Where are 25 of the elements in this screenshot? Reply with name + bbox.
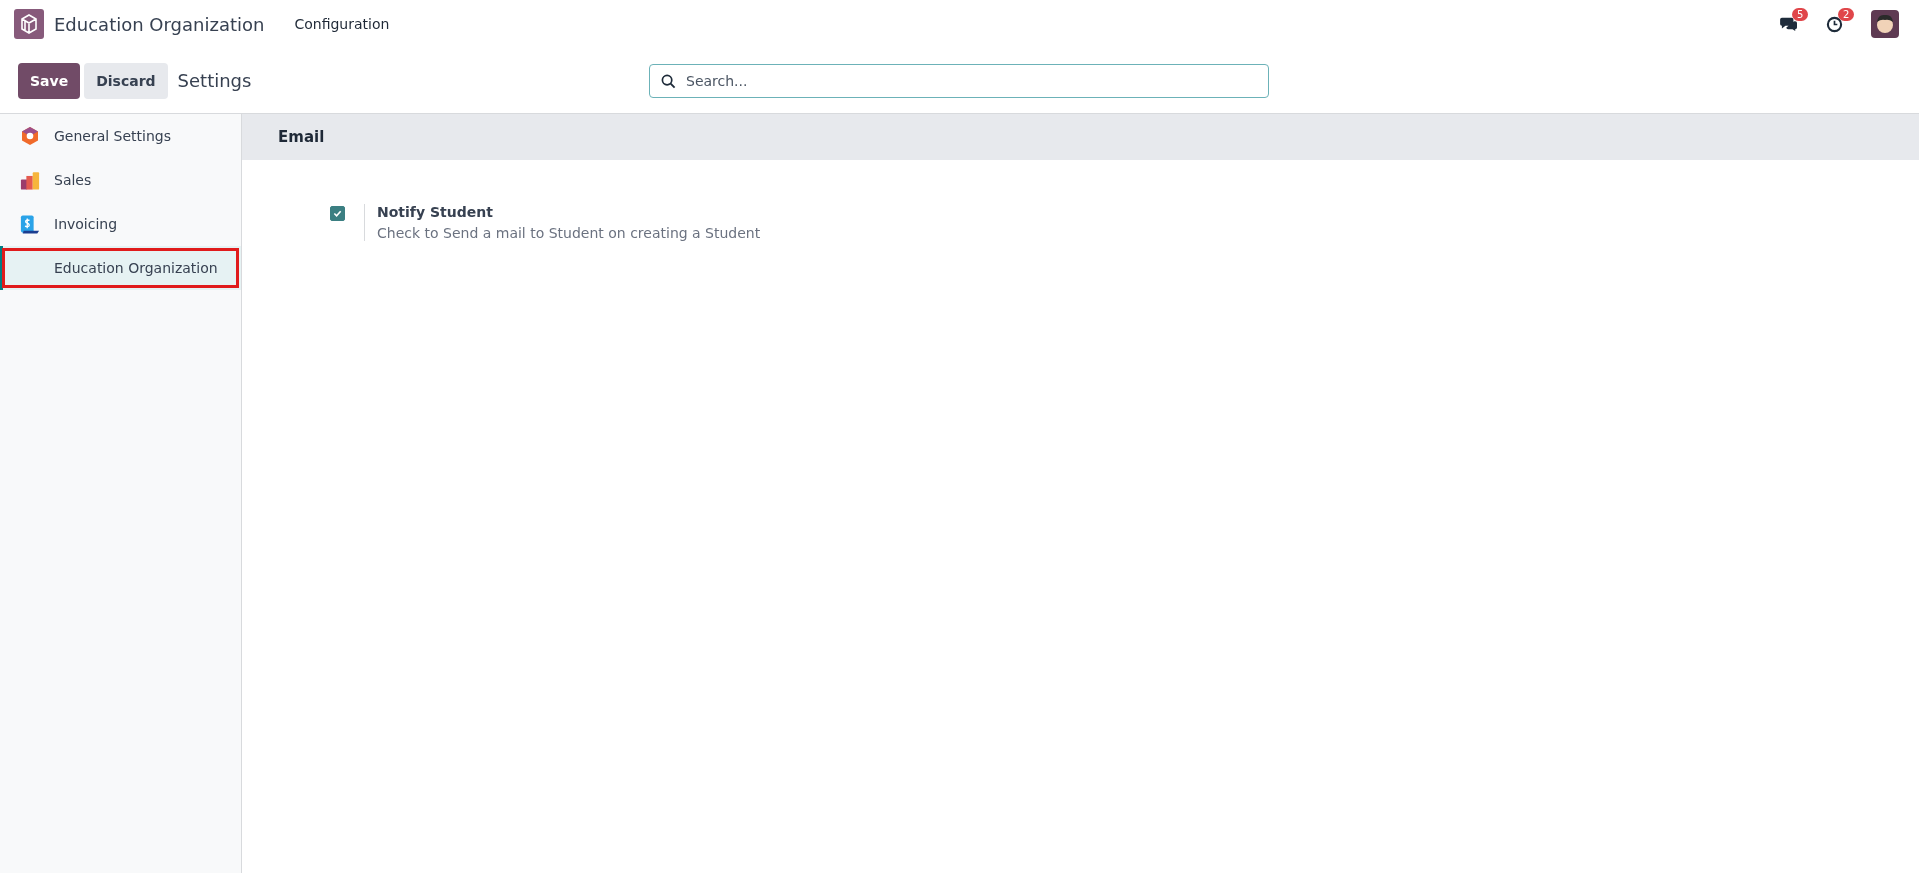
- menu-item[interactable]: Configuration: [288, 12, 396, 36]
- chat-icon[interactable]: [1780, 16, 1798, 32]
- app-name: Education Organization: [54, 13, 265, 35]
- hexagon-icon: [20, 126, 40, 146]
- sidebar-item[interactable]: Sales: [0, 158, 241, 202]
- discard-button[interactable]: Discard: [84, 62, 168, 99]
- setting-description: Check to Send a mail to Student on creating a Student: [377, 225, 761, 241]
- save-button[interactable]: Save: [18, 62, 81, 99]
- search-icon: [661, 73, 676, 89]
- page-title: Settings: [177, 70, 252, 91]
- search-field[interactable]: Search...: [649, 63, 1269, 98]
- activity-count-badge: 2: [1838, 7, 1855, 21]
- section-title: Email: [278, 128, 325, 146]
- sidebar-item[interactable]: Invoicing: [0, 202, 241, 246]
- message-count-badge: 5: [1792, 8, 1809, 21]
- clock-icon[interactable]: [1826, 15, 1843, 33]
- sidebar-item[interactable]: Education Organization: [0, 246, 241, 290]
- bar-chart-icon: [20, 170, 40, 190]
- setting-label: Notify Student: [377, 204, 494, 220]
- user-avatar-icon[interactable]: [1871, 10, 1899, 38]
- app-cube-icon[interactable]: [14, 9, 44, 39]
- check-icon: [333, 209, 342, 218]
- sidebar-item[interactable]: General Settings: [0, 114, 241, 158]
- invoice-icon: [20, 213, 40, 235]
- checkbox[interactable]: [330, 206, 345, 221]
